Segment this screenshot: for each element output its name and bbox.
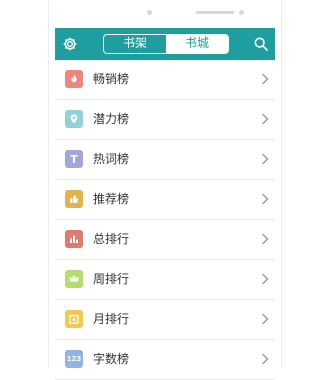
list-item-label: 畅销榜 bbox=[93, 72, 130, 86]
list-item[interactable]: 月排行 bbox=[55, 300, 275, 340]
list-item[interactable]: T 热词榜 bbox=[55, 140, 275, 180]
chevron-right-icon bbox=[262, 73, 269, 85]
shelf-store-toggle: 书架 书城 bbox=[103, 34, 229, 54]
tab-bookshelf[interactable]: 书架 bbox=[104, 35, 166, 53]
list-item[interactable]: 周排行 bbox=[55, 260, 275, 300]
list-item-label: 推荐榜 bbox=[93, 192, 130, 206]
list-item-label: 潜力榜 bbox=[93, 112, 130, 126]
chevron-right-icon bbox=[262, 233, 269, 245]
chevron-right-icon bbox=[262, 313, 269, 325]
list-item[interactable]: 推荐榜 bbox=[55, 180, 275, 220]
app-header: 书架 书城 bbox=[55, 28, 275, 60]
numbers-icon: 123 bbox=[65, 350, 83, 368]
gear-icon[interactable] bbox=[62, 36, 78, 52]
fire-icon bbox=[65, 70, 83, 88]
thumbs-up-icon bbox=[65, 190, 83, 208]
ranking-list: 畅销榜潜力榜 T 热词榜推荐榜总排行周排行月排行 123 字数榜 bbox=[55, 60, 275, 380]
text-t-icon: T bbox=[65, 150, 83, 168]
calendar-icon bbox=[65, 310, 83, 328]
tab-bookstore[interactable]: 书城 bbox=[166, 35, 228, 53]
chevron-right-icon bbox=[262, 353, 269, 365]
search-icon[interactable] bbox=[253, 36, 269, 52]
chevron-right-icon bbox=[262, 113, 269, 125]
list-item-label: 月排行 bbox=[93, 312, 130, 326]
list-item-label: 字数榜 bbox=[93, 352, 130, 366]
text-t-glyph: T bbox=[70, 152, 78, 166]
location-pin-icon bbox=[65, 110, 83, 128]
speaker-grille bbox=[196, 11, 234, 14]
crown-icon bbox=[65, 270, 83, 288]
list-item[interactable]: 畅销榜 bbox=[55, 60, 275, 100]
chevron-right-icon bbox=[262, 273, 269, 285]
list-item[interactable]: 总排行 bbox=[55, 220, 275, 260]
list-item-label: 总排行 bbox=[93, 232, 130, 246]
chevron-right-icon bbox=[262, 153, 269, 165]
list-item-label: 周排行 bbox=[93, 272, 130, 286]
sensor-dot bbox=[239, 10, 244, 15]
bar-chart-icon bbox=[65, 230, 83, 248]
list-item-label: 热词榜 bbox=[93, 152, 130, 166]
list-item[interactable]: 潜力榜 bbox=[55, 100, 275, 140]
list-item[interactable]: 123 字数榜 bbox=[55, 340, 275, 380]
camera-dot bbox=[147, 10, 152, 15]
chevron-right-icon bbox=[262, 193, 269, 205]
numbers-glyph: 123 bbox=[66, 355, 82, 363]
